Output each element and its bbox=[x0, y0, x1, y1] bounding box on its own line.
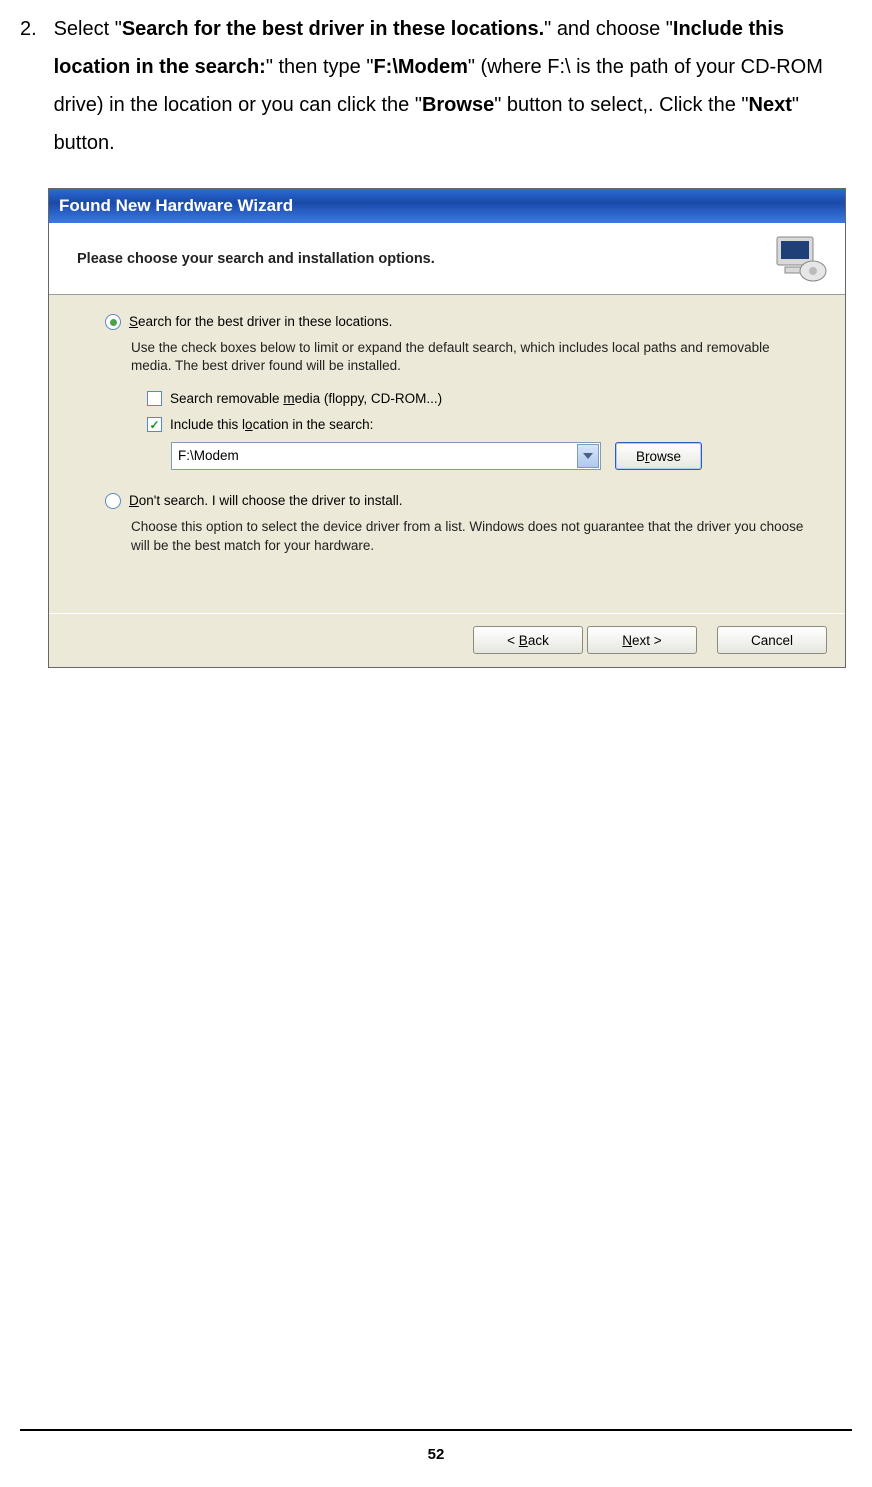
wizard-window: Found New Hardware Wizard Please choose … bbox=[48, 188, 846, 668]
checkbox-icon bbox=[147, 417, 162, 432]
checkbox-icon bbox=[147, 391, 162, 406]
radio-icon bbox=[105, 493, 121, 509]
radio-label: Don't search. I will choose the driver t… bbox=[129, 492, 402, 510]
cancel-button[interactable]: Cancel bbox=[717, 626, 827, 654]
radio1-help-text: Use the check boxes below to limit or ex… bbox=[105, 339, 809, 389]
window-title: Found New Hardware Wizard bbox=[59, 196, 293, 216]
radio-dont-search[interactable]: Don't search. I will choose the driver t… bbox=[105, 492, 809, 510]
titlebar: Found New Hardware Wizard bbox=[49, 189, 845, 223]
wizard-buttons: < Back Next > Cancel bbox=[49, 613, 845, 667]
browse-button[interactable]: Browse bbox=[615, 442, 702, 470]
instruction-step: 2. Select "Search for the best driver in… bbox=[20, 10, 852, 162]
hardware-icon bbox=[771, 231, 829, 285]
location-combobox[interactable]: F:\Modem bbox=[171, 442, 601, 470]
checkbox-search-removable[interactable]: Search removable media (floppy, CD-ROM..… bbox=[147, 390, 809, 408]
radio-label: Search for the best driver in these loca… bbox=[129, 313, 392, 331]
page-number: 52 bbox=[0, 1446, 872, 1463]
radio2-help-text: Choose this option to select the device … bbox=[105, 518, 809, 568]
location-value: F:\Modem bbox=[178, 447, 239, 465]
wizard-content: Search for the best driver in these loca… bbox=[49, 295, 845, 613]
radio-search-best-driver[interactable]: Search for the best driver in these loca… bbox=[105, 313, 809, 331]
back-button[interactable]: < Back bbox=[473, 626, 583, 654]
footer-divider bbox=[20, 1429, 852, 1431]
checkbox-label: Include this location in the search: bbox=[170, 416, 373, 434]
checkbox-include-location[interactable]: Include this location in the search: bbox=[147, 416, 809, 434]
checkbox-label: Search removable media (floppy, CD-ROM..… bbox=[170, 390, 442, 408]
wizard-header: Please choose your search and installati… bbox=[49, 223, 845, 295]
dropdown-button[interactable] bbox=[577, 444, 599, 468]
next-button[interactable]: Next > bbox=[587, 626, 697, 654]
wizard-header-title: Please choose your search and installati… bbox=[77, 251, 435, 267]
radio-icon bbox=[105, 314, 121, 330]
step-number: 2. bbox=[20, 10, 48, 48]
step-body: Select "Search for the best driver in th… bbox=[54, 10, 844, 162]
